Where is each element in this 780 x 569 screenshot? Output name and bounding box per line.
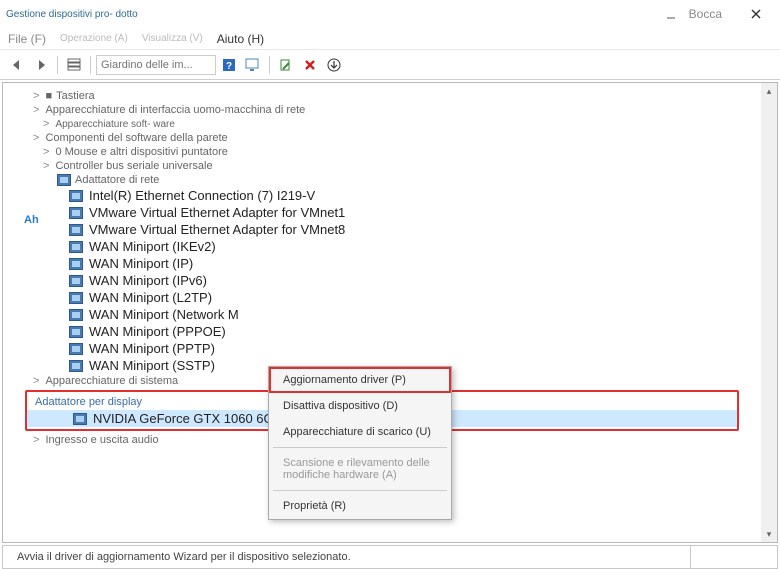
network-icon (69, 258, 83, 270)
tree-node-hmi[interactable]: >Apparecchiature di interfaccia uomo-mac… (3, 103, 761, 117)
tree-node-usb[interactable]: >Controller bus seriale universale (3, 159, 761, 173)
menu-file[interactable]: File (F) (8, 32, 46, 46)
network-icon (69, 190, 83, 202)
back-icon[interactable] (6, 54, 28, 76)
help-query-icon[interactable]: ? (218, 54, 240, 76)
ctx-properties[interactable]: Proprietà (R) (269, 493, 451, 519)
scroll-up-icon[interactable]: ▴ (761, 83, 777, 99)
menu-view[interactable]: Visualizza (V) (142, 33, 203, 44)
net-device-6[interactable]: WAN Miniport (L2TP) (3, 289, 761, 306)
net-device-0[interactable]: Intel(R) Ethernet Connection (7) I219-V (3, 187, 761, 204)
network-icon (69, 292, 83, 304)
ctx-disable-device[interactable]: Disattiva dispositivo (D) (269, 393, 451, 419)
annotation-ah: Ah (24, 214, 39, 226)
menu-help[interactable]: Aiuto (H) (217, 32, 264, 46)
network-icon (57, 174, 71, 186)
net-device-4[interactable]: WAN Miniport (IP) (3, 255, 761, 272)
network-icon (69, 275, 83, 287)
detail-view-icon[interactable] (63, 54, 85, 76)
net-device-8[interactable]: WAN Miniport (PPPOE) (3, 323, 761, 340)
network-icon (69, 207, 83, 219)
network-icon (69, 224, 83, 236)
delete-icon[interactable] (299, 54, 321, 76)
net-device-2[interactable]: VMware Virtual Ethernet Adapter for VMne… (3, 221, 761, 238)
net-device-7[interactable]: WAN Miniport (Network M (3, 306, 761, 323)
status-text: Avvia il driver di aggiornamento Wizard … (9, 546, 691, 568)
close-button[interactable] (738, 0, 774, 28)
monitor-icon[interactable] (242, 54, 264, 76)
tree-node-wall-components[interactable]: >Componenti del software della parete (3, 131, 761, 145)
net-device-1[interactable]: VMware Virtual Ethernet Adapter for VMne… (3, 204, 761, 221)
net-device-9[interactable]: WAN Miniport (PPTP) (3, 340, 761, 357)
network-icon (69, 360, 83, 372)
tree-node-network-adapter[interactable]: Adattatore di rete (3, 173, 761, 187)
minimize-button[interactable] (653, 0, 689, 28)
download-icon[interactable] (323, 54, 345, 76)
scroll-down-icon[interactable]: ▾ (761, 526, 777, 542)
status-right (691, 546, 771, 568)
network-icon (69, 309, 83, 321)
ctx-uninstall-device[interactable]: Apparecchiature di scarico (U) (269, 419, 451, 445)
menu-operation[interactable]: Operazione (A) (60, 33, 128, 44)
network-icon (69, 326, 83, 338)
svg-text:?: ? (226, 61, 232, 72)
net-device-3[interactable]: WAN Miniport (IKEv2) (3, 238, 761, 255)
tree-node-mouse[interactable]: >0 Mouse e altri dispositivi puntatore (3, 145, 761, 159)
ctx-scan-hardware[interactable]: Scansione e rilevamento delle modifiche … (269, 450, 451, 488)
vertical-scrollbar[interactable]: ▴ ▾ (761, 83, 777, 542)
ctx-update-driver[interactable]: Aggiornamento driver (P) (269, 367, 451, 393)
tree-node-keyboard[interactable]: >■ Tastiera (3, 89, 761, 103)
context-menu: Aggiornamento driver (P) Disattiva dispo… (268, 366, 452, 520)
tree-node-software[interactable]: >Apparecchiature soft- ware (3, 117, 761, 131)
network-icon (69, 241, 83, 253)
net-device-5[interactable]: WAN Miniport (IPv6) (3, 272, 761, 289)
user-label: Bocca (689, 7, 722, 21)
enable-device-icon[interactable] (275, 54, 297, 76)
window-title: Gestione dispositivi pro- dotto (6, 9, 138, 20)
network-icon (69, 343, 83, 355)
forward-icon[interactable] (30, 54, 52, 76)
search-input[interactable] (96, 55, 216, 75)
display-icon (73, 413, 87, 425)
